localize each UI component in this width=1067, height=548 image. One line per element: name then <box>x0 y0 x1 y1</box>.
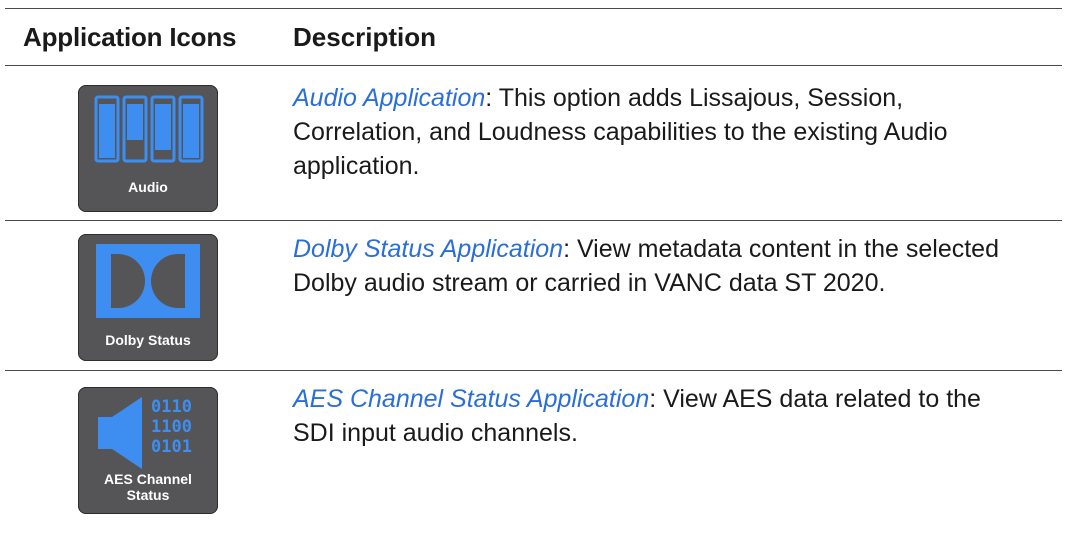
table-header: Application Icons Description <box>5 9 1062 65</box>
column-header-application-icons: Application Icons <box>23 21 237 52</box>
binary-line: 1100 <box>151 417 192 437</box>
table-row-aes-channel-status: 0110 1100 0101 AES Channel Status AES Ch… <box>5 371 1062 521</box>
dolby-status-application-link[interactable]: Dolby Status Application <box>293 235 563 263</box>
audio-icon-label: Audio <box>128 179 168 195</box>
application-icons-table: Application Icons Description Audio Audi… <box>5 8 1062 521</box>
audio-application-link[interactable]: Audio Application <box>293 84 485 112</box>
binary-line: 0101 <box>151 437 192 457</box>
table-row-audio: Audio Audio Application: This option add… <box>5 66 1062 220</box>
description-cell: AES Channel Status Application: View AES… <box>293 371 1062 521</box>
icon-cell: Audio <box>5 66 293 220</box>
aes-channel-status-app-icon[interactable]: 0110 1100 0101 AES Channel Status <box>78 387 218 514</box>
dolby-status-icon-label: Dolby Status <box>105 332 191 348</box>
column-header-description: Description <box>293 21 437 52</box>
aes-icon-label-line2: Status <box>126 487 170 503</box>
binary-data-glyphs: 0110 1100 0101 <box>151 397 192 457</box>
icon-cell: 0110 1100 0101 AES Channel Status <box>5 371 293 521</box>
binary-line: 0110 <box>151 397 192 417</box>
table-row-dolby-status: Dolby Status Dolby Status Application: V… <box>5 221 1062 370</box>
dolby-status-app-icon[interactable]: Dolby Status <box>78 234 218 361</box>
icon-cell: Dolby Status <box>5 221 293 370</box>
description-cell: Dolby Status Application: View metadata … <box>293 221 1062 370</box>
audio-app-icon[interactable]: Audio <box>78 85 218 212</box>
aes-icon-label-line1: AES Channel <box>104 471 192 487</box>
aes-channel-status-application-link[interactable]: AES Channel Status Application <box>293 385 649 413</box>
description-cell: Audio Application: This option adds Liss… <box>293 66 1062 220</box>
